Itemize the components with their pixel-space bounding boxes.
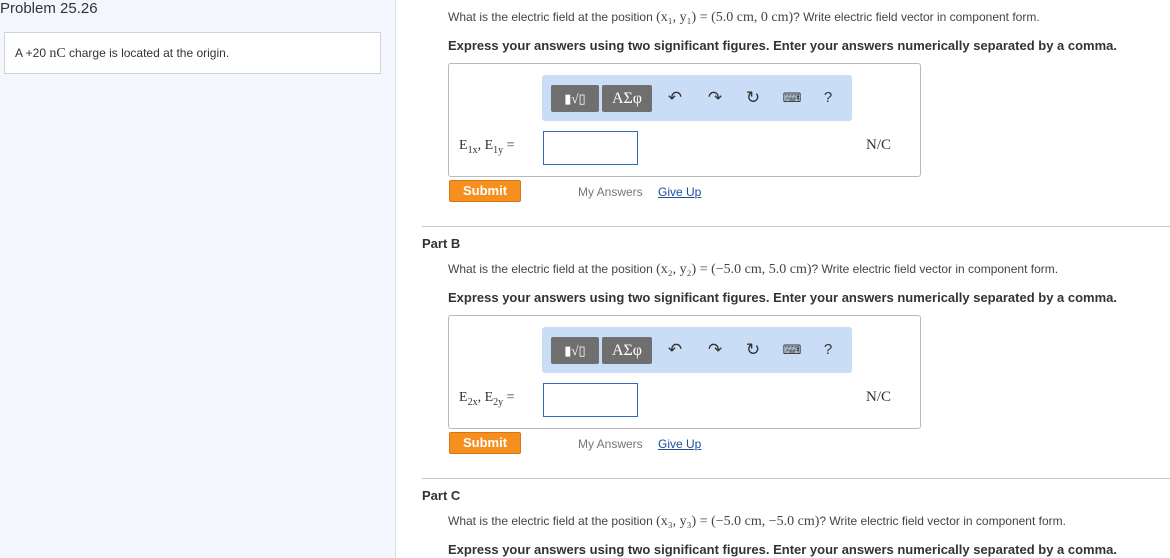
- part-a-label: E1x, E1y =: [459, 138, 515, 156]
- part-b-answer-input[interactable]: [543, 383, 638, 417]
- part-a-question-suffix: ? Write electric field vector in compone…: [793, 10, 1040, 24]
- part-a-unit: N/C: [866, 137, 892, 153]
- part-a-submit-button[interactable]: Submit: [449, 180, 521, 202]
- help-button[interactable]: ?: [817, 87, 839, 109]
- part-b-math-toolbar: ▮√▯ ΑΣφ ↶ ↷ ↻ ⌨ ?: [542, 327, 852, 373]
- keyboard-icon[interactable]: ⌨: [781, 87, 803, 109]
- redo-icon[interactable]: ↷: [704, 87, 726, 109]
- greek-symbols-button[interactable]: ΑΣφ: [602, 85, 652, 112]
- part-b-question: What is the electric field at the positi…: [448, 262, 1058, 278]
- part-b-unit: N/C: [866, 389, 892, 405]
- part-a-my-answers-link[interactable]: My Answers: [578, 185, 643, 199]
- part-a-question: What is the electric field at the positi…: [448, 10, 1040, 26]
- undo-icon[interactable]: ↶: [664, 87, 686, 109]
- part-b-label: E2x, E2y =: [459, 390, 515, 408]
- part-a-question-prefix: What is the electric field at the positi…: [448, 10, 657, 24]
- help-button[interactable]: ?: [817, 339, 839, 361]
- part-a-answer-box: ▮√▯ ΑΣφ ↶ ↷ ↻ ⌨ ? E1x, E1y = N/C: [448, 63, 921, 177]
- part-a-question-math: (x₁, y₁) = (5.0 cm, 0 cm): [656, 10, 794, 25]
- part-c-title: Part C: [422, 488, 461, 503]
- part-b-question-math: (x₂, y₂) = (−5.0 cm, 5.0 cm): [656, 262, 812, 277]
- undo-icon[interactable]: ↶: [664, 339, 686, 361]
- part-b-instruction: Express your answers using two significa…: [448, 290, 1118, 305]
- greek-symbols-button[interactable]: ΑΣφ: [602, 337, 652, 364]
- redo-icon[interactable]: ↷: [704, 339, 726, 361]
- problem-title: Problem 25.26: [0, 0, 98, 17]
- part-c-instruction: Express your answers using two significa…: [448, 542, 1118, 557]
- part-c-question: What is the electric field at the positi…: [448, 514, 1066, 530]
- part-c-question-prefix: What is the electric field at the positi…: [448, 514, 657, 528]
- part-a-instruction: Express your answers using two significa…: [448, 38, 1118, 53]
- part-a-answer-input[interactable]: [543, 131, 638, 165]
- reset-icon[interactable]: ↻: [742, 339, 764, 361]
- part-b-question-prefix: What is the electric field at the positi…: [448, 262, 657, 276]
- part-a-give-up-link[interactable]: Give Up: [658, 185, 701, 199]
- part-a-math-toolbar: ▮√▯ ΑΣφ ↶ ↷ ↻ ⌨ ?: [542, 75, 852, 121]
- reset-icon[interactable]: ↻: [742, 87, 764, 109]
- part-b-give-up-link[interactable]: Give Up: [658, 437, 701, 451]
- part-b-question-suffix: ? Write electric field vector in compone…: [811, 262, 1059, 276]
- statement-prefix: A +20: [15, 46, 50, 60]
- templates-button[interactable]: ▮√▯: [551, 337, 599, 364]
- part-b-title: Part B: [422, 236, 461, 251]
- part-b-submit-button[interactable]: Submit: [449, 432, 521, 454]
- statement-unit: nC: [49, 46, 66, 61]
- part-c-question-suffix: ? Write electric field vector in compone…: [819, 514, 1066, 528]
- part-b-my-answers-link[interactable]: My Answers: [578, 437, 643, 451]
- templates-button[interactable]: ▮√▯: [551, 85, 599, 112]
- problem-sidebar: Problem 25.26 A +20 nC charge is located…: [0, 0, 396, 558]
- problem-statement: A +20 nC charge is located at the origin…: [4, 32, 381, 74]
- part-divider: [422, 226, 1170, 227]
- part-b-answer-box: ▮√▯ ΑΣφ ↶ ↷ ↻ ⌨ ? E2x, E2y = N/C: [448, 315, 921, 429]
- part-c-question-math: (x₃, y₃) = (−5.0 cm, −5.0 cm): [656, 514, 820, 529]
- statement-suffix: charge is located at the origin.: [65, 46, 230, 60]
- part-divider: [422, 478, 1170, 479]
- keyboard-icon[interactable]: ⌨: [781, 339, 803, 361]
